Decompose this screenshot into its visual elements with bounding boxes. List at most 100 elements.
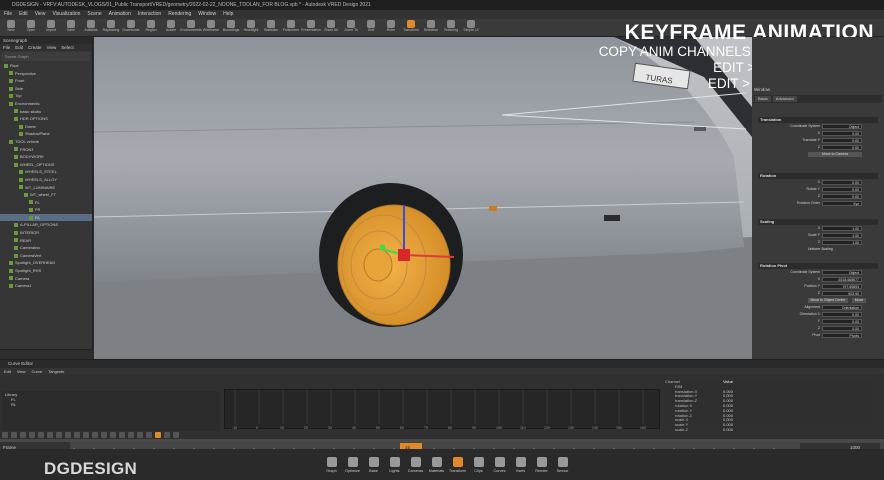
move-to-object-center-button[interactable]: Move to Object Center: [808, 298, 848, 303]
uniform-scaling-checkbox[interactable]: Uniform Scaling: [808, 246, 833, 253]
toolbar-button[interactable]: Import: [42, 19, 60, 37]
dock-module-button[interactable]: Clips: [469, 457, 488, 480]
orientation-x-field[interactable]: 0.00: [822, 312, 862, 317]
toolbar-button[interactable]: Ruler: [382, 19, 400, 37]
orientation-z-field[interactable]: 0.00: [822, 326, 862, 331]
menu-item[interactable]: Visualization: [52, 10, 80, 19]
toolbar-button[interactable]: Presentation: [301, 19, 321, 37]
visibility-toggle-icon[interactable]: [19, 124, 23, 129]
scenegraph-node[interactable]: Perspective: [0, 70, 92, 78]
scenegraph-node[interactable]: BODYWORK: [0, 153, 92, 161]
toolbar-button[interactable]: Zoom To: [342, 19, 360, 37]
curve-tool-icon[interactable]: [38, 432, 44, 438]
curve-tool-icon[interactable]: [173, 432, 179, 438]
curve-tool-icon[interactable]: [137, 432, 143, 438]
translate-z-field[interactable]: 0.00: [822, 145, 862, 150]
curve-tool-icon[interactable]: [56, 432, 62, 438]
visibility-toggle-icon[interactable]: [9, 71, 13, 76]
visibility-toggle-icon[interactable]: [9, 86, 13, 91]
curve-tool-icon[interactable]: [92, 432, 98, 438]
pivot-x-field[interactable]: -9218.668677: [822, 277, 862, 282]
toolbar-button[interactable]: Fullscreen: [282, 19, 300, 37]
pivot-y-field[interactable]: 797.60893: [822, 284, 862, 289]
dock-module-button[interactable]: Graph: [322, 457, 341, 480]
toolbar-button[interactable]: Environments: [180, 19, 202, 37]
menu-item[interactable]: Edit: [19, 10, 28, 19]
pivot-mode-select[interactable]: Pivots: [822, 333, 862, 338]
visibility-toggle-icon[interactable]: [14, 246, 18, 251]
scenegraph-node[interactable]: basic studio: [0, 108, 92, 116]
curve-tool-icon[interactable]: [74, 432, 80, 438]
pivot-alignment-select[interactable]: Orientation: [822, 305, 862, 310]
curve-menu-item[interactable]: Edit: [4, 368, 11, 375]
menu-item[interactable]: Interaction: [138, 10, 161, 19]
visibility-toggle-icon[interactable]: [19, 177, 23, 182]
timeline-bar[interactable]: Frame 15 1000: [0, 439, 884, 452]
toolbar-button[interactable]: Texturing: [442, 19, 460, 37]
scenegraph-node[interactable]: HDR OPTIONS: [0, 115, 92, 123]
pivot-coord-system[interactable]: Object: [822, 270, 862, 275]
scenegraph-node[interactable]: A-PILLAR_OPTIONS: [0, 221, 92, 229]
tab-basic[interactable]: Basic: [755, 96, 771, 102]
visibility-toggle-icon[interactable]: [4, 63, 8, 68]
toolbar-button[interactable]: New: [2, 19, 20, 37]
scenegraph-node[interactable]: Camera1: [0, 282, 92, 290]
translation-coord-system[interactable]: Object: [822, 124, 862, 129]
scenegraph-node[interactable]: WHEEL_OPTIONS: [0, 161, 92, 169]
visibility-toggle-icon[interactable]: [14, 253, 18, 258]
scenegraph-menu-item[interactable]: Create: [28, 44, 42, 51]
curve-menu-item[interactable]: Tangents: [48, 368, 64, 375]
toolbar-button[interactable]: Selection: [422, 19, 440, 37]
scenegraph-node[interactable]: Dome: [0, 123, 92, 131]
toolbar-button[interactable]: Wireframe: [202, 19, 220, 37]
toolbar-button[interactable]: Simple UI: [462, 19, 480, 37]
curve-tool-icon[interactable]: [2, 432, 8, 438]
scale-z-field[interactable]: 1.00: [822, 240, 862, 245]
visibility-toggle-icon[interactable]: [24, 192, 28, 197]
orientation-y-field[interactable]: 0.00: [822, 319, 862, 324]
scenegraph-menu-item[interactable]: Edit: [15, 44, 23, 51]
scenegraph-node[interactable]: Root: [0, 62, 92, 70]
library-item[interactable]: RL: [5, 402, 217, 407]
scenegraph-node[interactable]: Camera: [0, 275, 92, 283]
scenegraph-node[interactable]: CameraVert: [0, 252, 92, 260]
scenegraph-search-input[interactable]: Scene Graph: [2, 52, 90, 61]
toolbar-button[interactable]: Headlight: [242, 19, 260, 37]
curve-menu-item[interactable]: Curve: [32, 368, 43, 375]
scale-x-field[interactable]: 1.00: [822, 226, 862, 231]
visibility-toggle-icon[interactable]: [9, 276, 13, 281]
scenegraph-node[interactable]: TDOL vehicle: [0, 138, 92, 146]
menu-item[interactable]: Scene: [87, 10, 101, 19]
curve-tool-icon[interactable]: [29, 432, 35, 438]
scenegraph-node[interactable]: WHEELS_STEEL: [0, 168, 92, 176]
menu-item[interactable]: Rendering: [168, 10, 191, 19]
curve-graph[interactable]: -10 0 10 20 30 40 50 60 70 80 90 100 110 120 130 140 150…: [224, 389, 660, 430]
visibility-toggle-icon[interactable]: [14, 238, 18, 243]
dock-module-button[interactable]: Optimize: [343, 457, 362, 480]
scenegraph-menu-item[interactable]: View: [47, 44, 57, 51]
scenegraph-node[interactable]: REAR: [0, 237, 92, 245]
scenegraph-node[interactable]: FL: [0, 199, 92, 207]
visibility-toggle-icon[interactable]: [9, 78, 13, 83]
pivot-z-field[interactable]: 903.90: [822, 291, 862, 296]
dock-module-button[interactable]: Transform: [448, 457, 467, 480]
menu-item[interactable]: View: [35, 10, 46, 19]
visibility-toggle-icon[interactable]: [14, 162, 18, 167]
menu-item[interactable]: Help: [223, 10, 233, 19]
curve-tool-icon[interactable]: [11, 432, 17, 438]
visibility-toggle-icon[interactable]: [19, 185, 23, 190]
scenegraph-menu-item[interactable]: Select: [61, 44, 74, 51]
visibility-toggle-icon[interactable]: [29, 208, 33, 213]
curve-tool-icon[interactable]: [47, 432, 53, 438]
toolbar-button[interactable]: Downscale: [122, 19, 140, 37]
curve-menu-item[interactable]: View: [17, 368, 26, 375]
rotate-x-field[interactable]: 0.00: [822, 180, 862, 185]
scenegraph-node[interactable]: Spotlight_OVERHEAD: [0, 259, 92, 267]
scenegraph-node[interactable]: INTERIOR: [0, 229, 92, 237]
dock-module-button[interactable]: Materials: [427, 457, 446, 480]
move-to-camera-button[interactable]: Move to Camera: [808, 152, 862, 157]
dock-module-button[interactable]: Sensor: [553, 457, 572, 480]
visibility-toggle-icon[interactable]: [14, 147, 18, 152]
visibility-toggle-icon[interactable]: [9, 139, 13, 144]
curve-tool-icon[interactable]: [164, 432, 170, 438]
